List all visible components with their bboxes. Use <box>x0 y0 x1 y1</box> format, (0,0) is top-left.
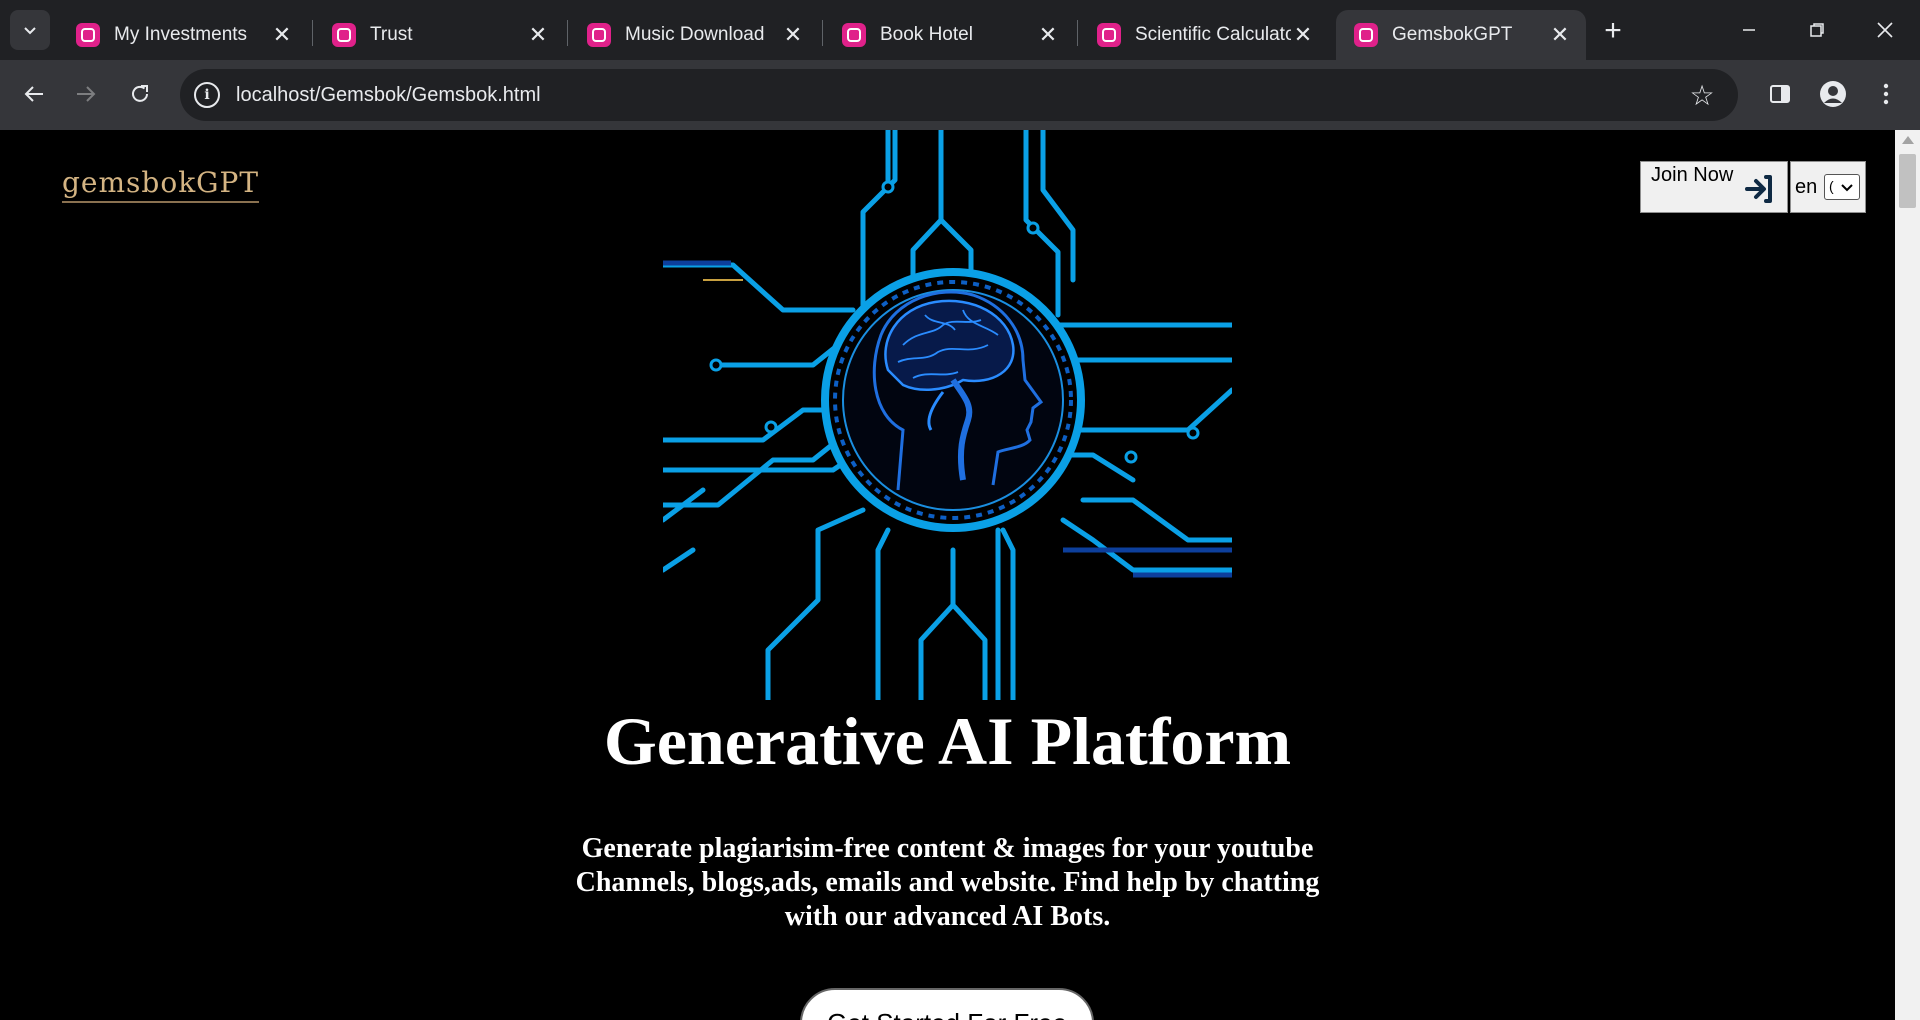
site-favicon-icon <box>1097 23 1121 47</box>
tab-divider <box>822 20 823 46</box>
tab-divider <box>1077 20 1078 46</box>
profile-button[interactable] <box>1813 74 1853 114</box>
site-favicon-icon <box>1354 23 1378 47</box>
scrollbar-thumb[interactable] <box>1899 154 1916 208</box>
get-started-button[interactable]: Get Started For Free <box>800 988 1094 1020</box>
hero-subtext: Generate plagiarisim-free content & imag… <box>575 833 1320 932</box>
more-vert-icon <box>1883 83 1889 105</box>
chevron-down-icon <box>24 27 36 35</box>
bookmark-star-icon[interactable]: ☆ <box>1682 79 1722 112</box>
tab-bar: My Investments ✕ Trust ✕ Music Download … <box>0 0 1920 60</box>
scroll-up-arrow-icon[interactable] <box>1902 136 1914 144</box>
tab-title: Scientific Calculator <box>1135 24 1291 45</box>
close-tab-icon[interactable]: ✕ <box>270 22 294 47</box>
tab-my-investments[interactable]: My Investments ✕ <box>58 10 308 60</box>
site-favicon-icon <box>332 23 356 47</box>
ai-brain-circuit-image <box>663 130 1232 700</box>
tab-title: GemsbokGPT <box>1392 24 1513 45</box>
restore-button[interactable] <box>1793 10 1841 50</box>
address-url[interactable]: localhost/Gemsbok/Gemsbok.html <box>236 84 1682 107</box>
join-now-label: Join Now <box>1651 164 1734 186</box>
arrow-left-icon <box>24 86 43 102</box>
close-tab-icon[interactable]: ✕ <box>1036 22 1060 47</box>
tab-title: Trust <box>370 24 413 45</box>
join-now-button[interactable]: Join Now <box>1640 161 1788 213</box>
tab-title: My Investments <box>114 24 248 45</box>
close-tab-icon[interactable]: ✕ <box>526 22 550 47</box>
tab-gemsbokgpt[interactable]: GemsbokGPT ✕ <box>1336 10 1586 60</box>
close-icon <box>1877 22 1893 38</box>
chevron-down-icon <box>1841 184 1853 192</box>
site-favicon-icon <box>587 23 611 47</box>
minimize-button[interactable] <box>1725 10 1773 50</box>
browser-toolbar: i localhost/Gemsbok/Gemsbok.html ☆ <box>0 60 1920 130</box>
arrow-right-icon <box>77 86 96 102</box>
site-info-icon[interactable]: i <box>194 82 220 108</box>
address-bar[interactable]: i localhost/Gemsbok/Gemsbok.html ☆ <box>180 69 1738 121</box>
login-icon <box>1745 175 1772 203</box>
page-scrollbar[interactable] <box>1895 130 1920 1020</box>
back-button[interactable] <box>14 74 54 114</box>
tab-music-download[interactable]: Music Download ✕ <box>569 10 819 60</box>
site-favicon-icon <box>842 23 866 47</box>
tab-book-hotel[interactable]: Book Hotel ✕ <box>824 10 1074 60</box>
site-logo[interactable]: gemsbokGPT <box>62 166 260 203</box>
page-viewport: gemsbokGPT Join Now en (Generative AI P… <box>0 130 1895 1020</box>
tab-scientific-calculator[interactable]: Scientific Calculator ✕ <box>1079 10 1329 60</box>
language-switcher: en ( <box>1790 161 1866 213</box>
site-favicon-icon <box>76 23 100 47</box>
side-panel-icon <box>1770 85 1790 103</box>
tab-title: Music Download <box>625 24 765 45</box>
close-tab-icon[interactable]: ✕ <box>1548 22 1572 47</box>
restore-icon <box>1810 23 1824 37</box>
tab-title: Book Hotel <box>880 24 973 45</box>
tab-divider <box>567 20 568 46</box>
tab-divider <box>312 20 313 46</box>
new-tab-button[interactable]: + <box>1596 14 1630 48</box>
forward-button[interactable] <box>66 74 106 114</box>
reload-icon <box>132 85 148 102</box>
close-window-button[interactable] <box>1861 10 1909 50</box>
hero-headline: Generative AI Platform <box>603 703 1292 779</box>
close-tab-icon[interactable]: ✕ <box>1291 22 1315 47</box>
menu-button[interactable] <box>1866 74 1906 114</box>
side-panel-button[interactable] <box>1760 74 1800 114</box>
language-select-value: ( <box>1829 178 1834 194</box>
tab-trust[interactable]: Trust ✕ <box>314 10 564 60</box>
language-label: en <box>1795 176 1818 198</box>
reload-button[interactable] <box>120 74 160 114</box>
profile-icon <box>1820 81 1846 107</box>
tab-search-button[interactable] <box>10 10 50 50</box>
close-tab-icon[interactable]: ✕ <box>781 22 805 47</box>
language-select[interactable]: ( <box>1824 174 1860 200</box>
minimize-icon <box>1743 29 1755 31</box>
